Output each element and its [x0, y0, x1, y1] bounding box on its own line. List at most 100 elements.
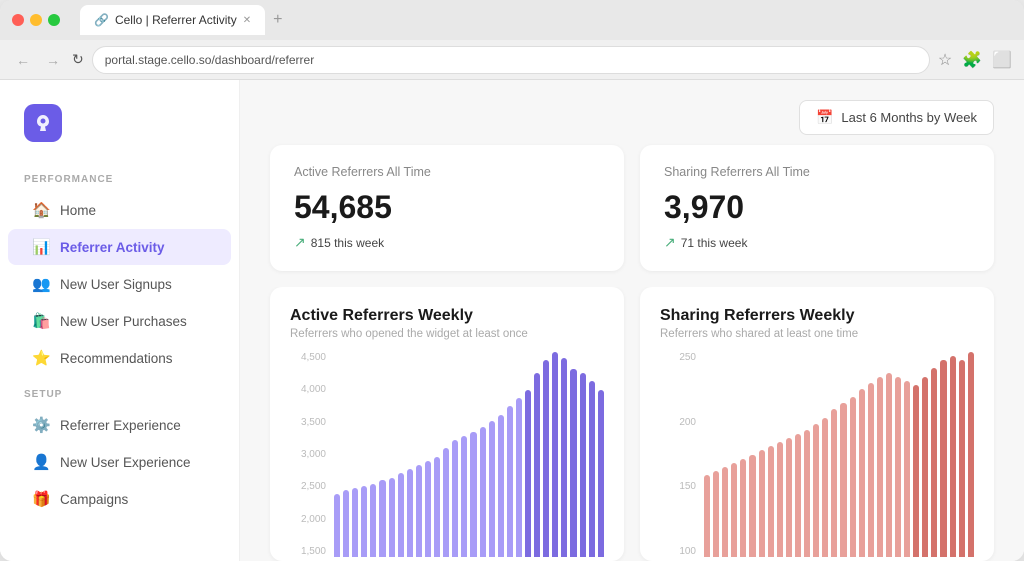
- bar: [940, 360, 946, 557]
- sharing-referrers-y-labels: 100 150 200 250: [660, 352, 696, 561]
- sharing-referrers-bars: [696, 352, 974, 561]
- setup-section: SETUP ⚙️ Referrer Experience 👤 New User …: [0, 377, 239, 518]
- tab-close-icon[interactable]: ✕: [243, 15, 251, 26]
- sidebar-item-new-user-signups[interactable]: 👥 New User Signups: [8, 266, 231, 302]
- bar: [552, 352, 558, 557]
- y-label: 2,000: [290, 514, 326, 525]
- sharing-referrers-chart-title: Sharing Referrers Weekly: [660, 307, 974, 325]
- sidebar-item-recommendations-label: Recommendations: [60, 351, 173, 366]
- sharing-referrers-chart-card: Sharing Referrers Weekly Referrers who s…: [640, 287, 994, 561]
- main-header: 📅 Last 6 Months by Week: [240, 80, 1024, 145]
- active-referrers-y-labels: 1,500 2,000 2,500 3,000 3,500 4,000 4,50…: [290, 352, 326, 561]
- bar: [813, 424, 819, 557]
- y-label: 2,500: [290, 481, 326, 492]
- sidebar-item-referrer-activity-label: Referrer Activity: [60, 240, 165, 255]
- sidebar-item-new-user-purchases[interactable]: 🛍️ New User Purchases: [8, 303, 231, 339]
- profile-icon[interactable]: ⬜: [992, 50, 1012, 70]
- sharing-referrers-value: 3,970: [664, 189, 970, 226]
- new-tab-button[interactable]: +: [269, 11, 286, 29]
- sharing-referrers-change: ↗ 71 this week: [664, 234, 970, 251]
- bar: [425, 461, 431, 557]
- bar: [352, 488, 358, 557]
- sidebar-item-recommendations[interactable]: ⭐ Recommendations: [8, 340, 231, 376]
- forward-button[interactable]: →: [42, 50, 64, 70]
- back-button[interactable]: ←: [12, 50, 34, 70]
- bar: [931, 368, 937, 557]
- sidebar-item-new-user-experience[interactable]: 👤 New User Experience: [8, 444, 231, 480]
- tab-bar: 🔗 Cello | Referrer Activity ✕ +: [80, 5, 287, 35]
- bar: [959, 360, 965, 557]
- maximize-button[interactable]: [48, 14, 60, 26]
- bar: [786, 438, 792, 557]
- bar: [868, 383, 874, 557]
- bar: [570, 369, 576, 557]
- sharing-referrers-chart-subtitle: Referrers who shared at least one time: [660, 328, 974, 340]
- referrer-activity-icon: 📊: [32, 238, 50, 256]
- active-referrers-chart-area: 1,500 2,000 2,500 3,000 3,500 4,000 4,50…: [290, 352, 604, 561]
- bar: [461, 436, 467, 557]
- sidebar-item-referrer-experience[interactable]: ⚙️ Referrer Experience: [8, 407, 231, 443]
- bar: [722, 467, 728, 557]
- bar: [443, 448, 449, 557]
- date-filter-button[interactable]: 📅 Last 6 Months by Week: [799, 100, 994, 135]
- bar: [516, 398, 522, 557]
- calendar-icon: 📅: [816, 109, 833, 126]
- minimize-button[interactable]: [30, 14, 42, 26]
- y-label: 3,500: [290, 417, 326, 428]
- charts-row: Active Referrers Weekly Referrers who op…: [240, 287, 1024, 561]
- y-label: 4,000: [290, 384, 326, 395]
- sharing-referrers-chart-area: 100 150 200 250: [660, 352, 974, 561]
- url-text: portal.stage.cello.so/dashboard/referrer: [105, 53, 314, 67]
- sidebar-item-new-user-purchases-label: New User Purchases: [60, 314, 187, 329]
- y-label: 4,500: [290, 352, 326, 363]
- active-referrers-change: ↗ 815 this week: [294, 234, 600, 251]
- bar: [859, 389, 865, 557]
- bar: [886, 373, 892, 558]
- setup-section-label: SETUP: [0, 377, 239, 406]
- bookmark-icon[interactable]: ☆: [938, 50, 952, 70]
- bar: [850, 397, 856, 557]
- bar: [749, 455, 755, 558]
- close-button[interactable]: [12, 14, 24, 26]
- date-filter-label: Last 6 Months by Week: [841, 110, 977, 125]
- bar: [704, 475, 710, 557]
- active-referrers-bars: [326, 352, 604, 561]
- bar: [489, 421, 495, 557]
- browser-toolbar: ← → ↻ portal.stage.cello.so/dashboard/re…: [0, 40, 1024, 80]
- sidebar-item-campaigns[interactable]: 🎁 Campaigns: [8, 481, 231, 517]
- address-bar[interactable]: portal.stage.cello.so/dashboard/referrer: [92, 46, 930, 74]
- active-referrers-card: Active Referrers All Time 54,685 ↗ 815 t…: [270, 145, 624, 271]
- bar: [895, 377, 901, 557]
- bar: [713, 471, 719, 557]
- sidebar-item-referrer-activity[interactable]: 📊 Referrer Activity: [8, 229, 231, 265]
- y-label: 1,500: [290, 546, 326, 557]
- traffic-lights: [12, 14, 60, 26]
- trend-up-icon-2: ↗: [664, 234, 676, 251]
- active-tab[interactable]: 🔗 Cello | Referrer Activity ✕: [80, 5, 265, 35]
- sidebar-item-campaigns-label: Campaigns: [60, 492, 128, 507]
- extensions-icon[interactable]: 🧩: [962, 50, 982, 70]
- sidebar-item-home[interactable]: 🏠 Home: [8, 192, 231, 228]
- sharing-referrers-card: Sharing Referrers All Time 3,970 ↗ 71 th…: [640, 145, 994, 271]
- trend-up-icon-1: ↗: [294, 234, 306, 251]
- bar: [904, 381, 910, 557]
- browser-frame: 🔗 Cello | Referrer Activity ✕ + ← → ↻ po…: [0, 0, 1024, 561]
- bar: [840, 403, 846, 557]
- sidebar: PERFORMANCE 🏠 Home 📊 Referrer Activity 👥…: [0, 80, 240, 561]
- bar: [950, 356, 956, 557]
- bar: [370, 484, 376, 557]
- bar: [731, 463, 737, 557]
- refresh-button[interactable]: ↻: [72, 51, 84, 68]
- y-label: 250: [660, 352, 696, 363]
- bar: [543, 360, 549, 557]
- new-user-experience-icon: 👤: [32, 453, 50, 471]
- bar: [822, 418, 828, 557]
- bar: [498, 415, 504, 557]
- sidebar-item-new-user-signups-label: New User Signups: [60, 277, 172, 292]
- bar: [768, 446, 774, 557]
- bar: [534, 373, 540, 557]
- bar: [777, 442, 783, 557]
- y-label: 100: [660, 546, 696, 557]
- bar: [334, 494, 340, 557]
- bar: [507, 406, 513, 557]
